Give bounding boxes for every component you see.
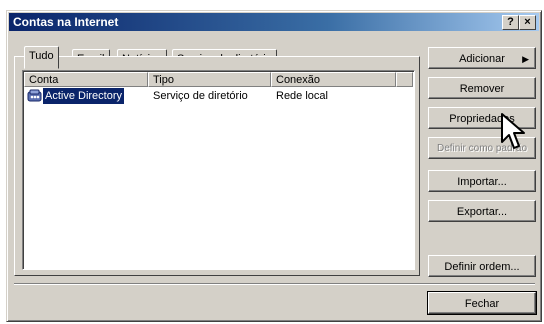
title-bar[interactable]: Contas na Internet ? × <box>9 13 539 31</box>
export-button[interactable]: Exportar... <box>428 200 536 222</box>
remove-button[interactable]: Remover <box>428 77 536 99</box>
tab-tudo[interactable]: Tudo <box>24 46 59 69</box>
close-button[interactable]: × <box>519 15 536 30</box>
column-header-conta[interactable]: Conta <box>24 72 148 87</box>
set-order-button[interactable]: Definir ordem... <box>428 255 536 277</box>
directory-service-icon <box>27 89 42 102</box>
window-title: Contas na Internet <box>13 15 119 29</box>
column-header-tipo[interactable]: Tipo <box>148 72 271 87</box>
account-name-cell[interactable]: Active Directory <box>43 88 125 104</box>
help-button[interactable]: ? <box>502 15 519 30</box>
mouse-pointer-icon <box>501 113 525 149</box>
submenu-arrow-icon: ▶ <box>522 54 529 64</box>
column-header-filler <box>396 72 413 87</box>
column-header-conexao[interactable]: Conexão <box>271 72 396 87</box>
tab-label: Tudo <box>29 50 54 62</box>
separator <box>14 283 535 285</box>
close-dialog-button[interactable]: Fechar <box>427 291 537 315</box>
account-connection-cell[interactable]: Rede local <box>276 88 328 104</box>
accounts-list[interactable]: Conta Tipo Conexão Active Directory Serv… <box>22 70 415 270</box>
add-button-label: Adicionar <box>459 53 505 65</box>
add-button[interactable]: Adicionar ▶ <box>428 47 536 69</box>
import-button[interactable]: Importar... <box>428 170 536 192</box>
account-type-cell[interactable]: Serviço de diretório <box>153 88 248 104</box>
